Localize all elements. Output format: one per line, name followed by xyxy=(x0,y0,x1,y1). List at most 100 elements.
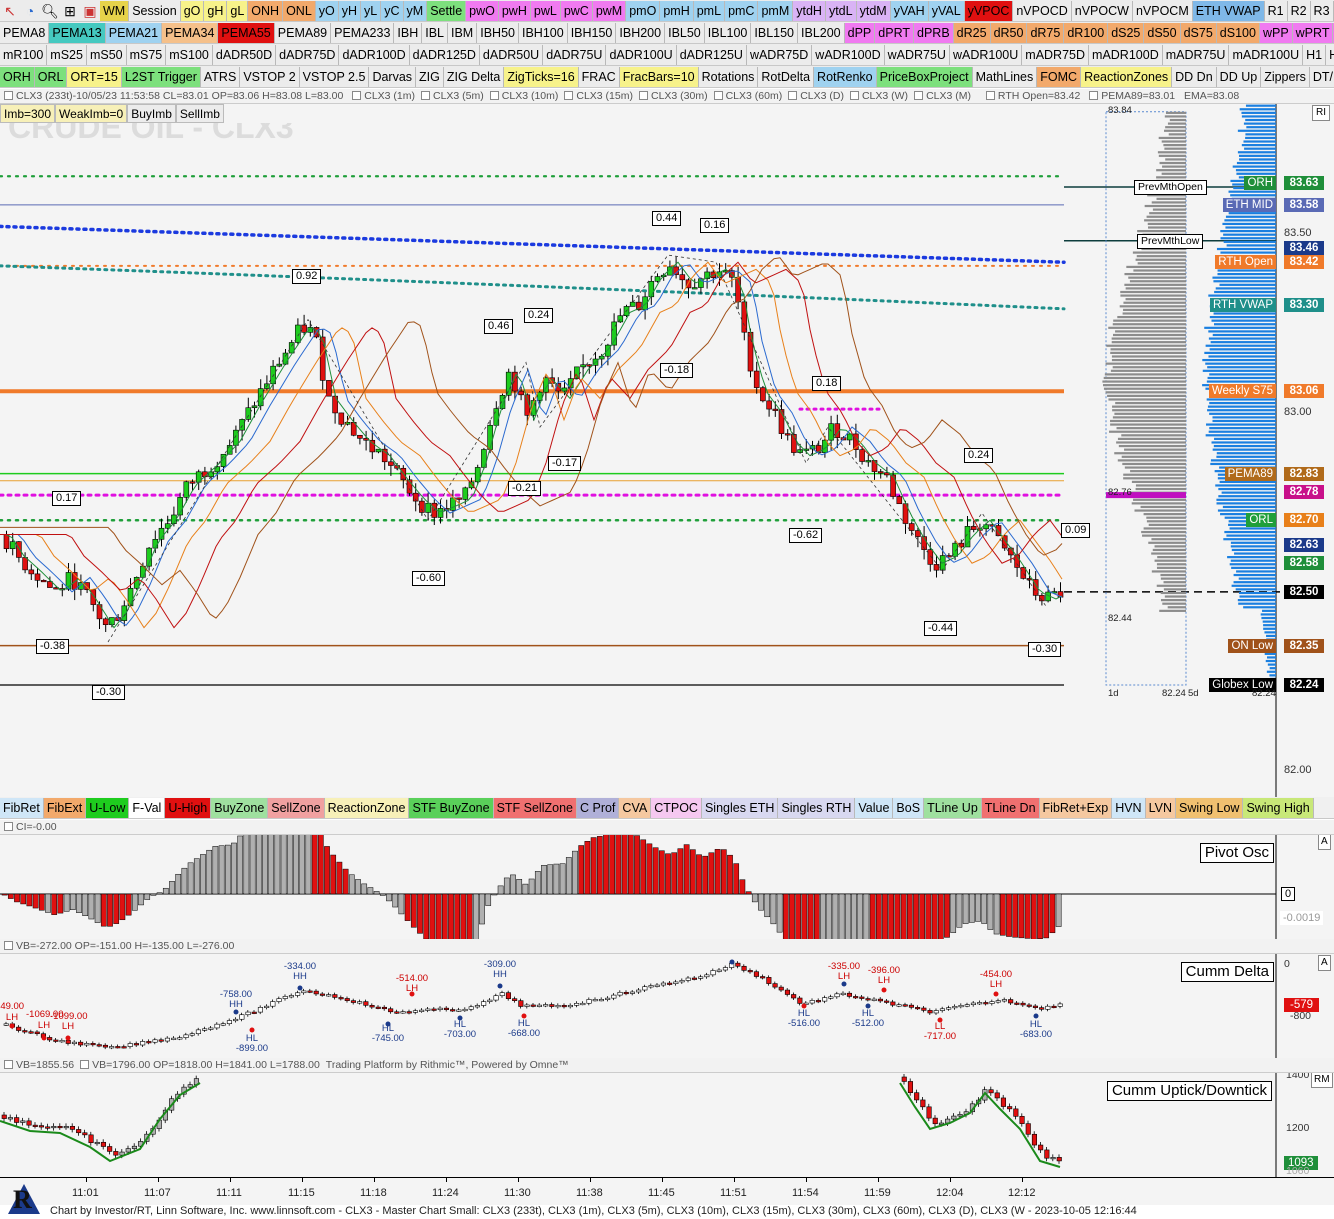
close-icon[interactable] xyxy=(4,91,13,100)
btn-pema21[interactable]: PEMA21 xyxy=(105,22,163,43)
btn-reactionzone[interactable]: ReactionZone xyxy=(324,797,410,818)
btn-dr100[interactable]: dR100 xyxy=(1064,22,1109,43)
btn-tline-up[interactable]: TLine Up xyxy=(924,797,982,818)
btn-pwh[interactable]: pwH xyxy=(498,0,531,21)
pie-chart-icon[interactable]: ◔ xyxy=(20,1,40,21)
btn-madr100u[interactable]: mADR100U xyxy=(1229,44,1304,65)
btn-dadr125u[interactable]: dADR125U xyxy=(676,44,747,65)
btn-ort-15[interactable]: ORT=15 xyxy=(67,66,122,87)
pivot-osc-pane[interactable]: Pivot Osc A 0 -0.0019 xyxy=(0,835,1334,939)
btn-priceboxproject[interactable]: PriceBoxProject xyxy=(876,66,973,87)
btn-fibext[interactable]: FibExt xyxy=(43,797,87,818)
btn-reactionzones[interactable]: ReactionZones xyxy=(1081,66,1173,87)
btn-swing-high[interactable]: Swing High xyxy=(1243,797,1314,818)
btn-ytdl[interactable]: ytdL xyxy=(825,0,857,21)
btn-pema233[interactable]: PEMA233 xyxy=(331,22,395,43)
btn-pema8[interactable]: PEMA8 xyxy=(0,22,50,43)
btn-atrs[interactable]: ATRS xyxy=(200,66,241,87)
btn-l2st-trigger[interactable]: L2ST Trigger xyxy=(121,66,201,87)
btn-u-high[interactable]: U-High xyxy=(165,797,212,818)
btn-ibl150[interactable]: IBL150 xyxy=(751,22,799,43)
btn-buyzone[interactable]: BuyZone xyxy=(211,797,269,818)
btn-c-prof[interactable]: C Prof xyxy=(576,797,620,818)
cumm-delta-pane[interactable]: Cumm Delta A 0 -800 -579 -949.00LH-1069.… xyxy=(0,954,1334,1058)
btn-ds75[interactable]: dS75 xyxy=(1180,22,1217,43)
btn-r2[interactable]: R2 xyxy=(1287,0,1311,21)
btn-pmh[interactable]: pmH xyxy=(660,0,694,21)
chart-header-item[interactable]: CLX3 (M) xyxy=(926,90,971,102)
btn-gh[interactable]: gH xyxy=(204,0,228,21)
close-icon[interactable] xyxy=(4,941,13,950)
btn-wm[interactable]: WM xyxy=(100,0,130,21)
btn-pmc[interactable]: pmC xyxy=(725,0,759,21)
btn-darvas[interactable]: Darvas xyxy=(369,66,417,87)
btn-ms100[interactable]: mS100 xyxy=(166,44,213,65)
btn-vstop-2[interactable]: VSTOP 2 xyxy=(240,66,300,87)
btn-dd-dn[interactable]: DD Dn xyxy=(1172,66,1217,87)
btn-wadr100u[interactable]: wADR100U xyxy=(949,44,1023,65)
btn-dadr50u[interactable]: dADR50U xyxy=(479,44,544,65)
btn-pema89[interactable]: PEMA89 xyxy=(274,22,332,43)
close-icon[interactable] xyxy=(4,1060,13,1069)
btn-r1[interactable]: R1 xyxy=(1264,0,1288,21)
imb-button-3[interactable]: SellImb xyxy=(175,104,224,123)
btn-mr100[interactable]: mR100 xyxy=(0,44,48,65)
btn-nvpocw[interactable]: nVPOCW xyxy=(1071,0,1133,21)
chart-header-item[interactable]: CLX3 (D) xyxy=(800,90,844,102)
btn-ibh100[interactable]: IBH100 xyxy=(518,22,568,43)
imb-button-1[interactable]: WeakImb=0 xyxy=(55,104,128,123)
btn-ds50[interactable]: dS50 xyxy=(1144,22,1181,43)
btn-dprt[interactable]: dPRT xyxy=(875,22,915,43)
btn-ym[interactable]: yM xyxy=(403,0,428,21)
btn-wadr75u[interactable]: wADR75U xyxy=(884,44,950,65)
btn-dadr75u[interactable]: dADR75U xyxy=(543,44,607,65)
btn-ds25[interactable]: dS25 xyxy=(1108,22,1145,43)
btn-pwc[interactable]: pwC xyxy=(560,0,593,21)
btn-zig[interactable]: ZIG xyxy=(416,66,444,87)
btn-dadr75d[interactable]: dADR75D xyxy=(276,44,340,65)
chart-header-item[interactable]: CLX3 (1m) xyxy=(364,90,415,102)
btn-dadr125d[interactable]: dADR125D xyxy=(409,44,480,65)
btn-pmo[interactable]: pmO xyxy=(626,0,661,21)
btn-u-low[interactable]: U-Low xyxy=(86,797,130,818)
btn-onh[interactable]: ONH xyxy=(248,0,284,21)
btn-ibh[interactable]: IBH xyxy=(394,22,423,43)
btn-go[interactable]: gO xyxy=(180,0,205,21)
btn-ds100[interactable]: dS100 xyxy=(1216,22,1260,43)
btn-orl[interactable]: ORL xyxy=(34,66,68,87)
btn-fomc[interactable]: FOMC xyxy=(1037,66,1082,87)
btn-zippers[interactable]: Zippers xyxy=(1261,66,1310,87)
btn-ctpoc[interactable]: CTPOC xyxy=(651,797,702,818)
btn-h1[interactable]: H1 xyxy=(1303,44,1327,65)
btn-frac[interactable]: FRAC xyxy=(578,66,620,87)
chart-header-item[interactable]: CLX3 (5m) xyxy=(433,90,484,102)
btn-vstop-2-5[interactable]: VSTOP 2.5 xyxy=(299,66,370,87)
price-chart[interactable] xyxy=(0,104,1334,797)
btn-yvpoc[interactable]: yVPOC xyxy=(964,0,1014,21)
btn-yh[interactable]: yH xyxy=(338,0,362,21)
price-pane[interactable]: CRUDE OIL - CLX3 Imb=300 WeakImb=0 BuyImb S… xyxy=(0,104,1334,797)
btn-pwo[interactable]: pwO xyxy=(466,0,499,21)
chart-header-item[interactable]: CLX3 (10m) xyxy=(502,90,559,102)
btn-cva[interactable]: CVA xyxy=(619,797,652,818)
btn-madr75d[interactable]: mADR75D xyxy=(1022,44,1090,65)
ri-button[interactable]: RI xyxy=(1312,105,1330,121)
btn-hvn[interactable]: HVN xyxy=(1112,797,1146,818)
btn-ibh50[interactable]: IBH50 xyxy=(477,22,519,43)
btn-eth-vwap[interactable]: ETH VWAP xyxy=(1192,0,1265,21)
btn-dr75[interactable]: dR75 xyxy=(1027,22,1065,43)
btn-rotations[interactable]: Rotations xyxy=(698,66,759,87)
btn-gl[interactable]: gL xyxy=(227,0,249,21)
btn-lvn[interactable]: LVN xyxy=(1145,797,1176,818)
btn-fracbars-10[interactable]: FracBars=10 xyxy=(619,66,699,87)
btn-h2[interactable]: H2 xyxy=(1326,44,1334,65)
btn-dt-db[interactable]: DT/DB xyxy=(1309,66,1334,87)
btn-pml[interactable]: pmL xyxy=(693,0,726,21)
btn-ibl200[interactable]: IBL200 xyxy=(798,22,845,43)
zoom-icon[interactable]: 🔍︎ xyxy=(40,1,60,21)
btn-stf-buyzone[interactable]: STF BuyZone xyxy=(409,797,494,818)
btn-pwl[interactable]: pwL xyxy=(530,0,561,21)
a-button[interactable]: A xyxy=(1318,835,1331,850)
btn-dadr100u[interactable]: dADR100U xyxy=(606,44,677,65)
btn-ibh200[interactable]: IBH200 xyxy=(616,22,666,43)
